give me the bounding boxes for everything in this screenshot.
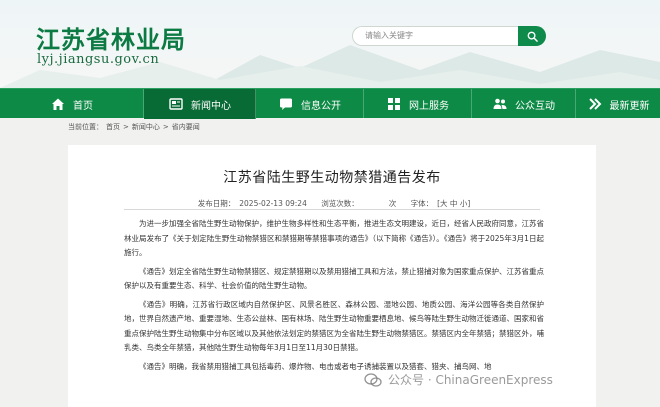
grid-icon [386,96,402,112]
nav-label-info: 信息公开 [301,100,341,112]
article-panel: 江苏省陆生野生动物禁猎通告发布 发布日期： 2025-02-13 09:24 浏览… [68,145,596,407]
search-button[interactable] [518,26,546,46]
people-icon [492,96,508,112]
article-paragraph: 为进一步加强全省陆生野生动物保护，维护生物多样性和生态平衡，推进生态文明建设，近… [124,219,544,257]
nav-item-news[interactable]: 新闻中心 [144,89,256,119]
article-paragraph: 《通告》划定全省陆生野生动物禁猎区、规定禁猎期以及禁用猎捕工具和方法，禁止猎捕对… [124,266,544,291]
breadcrumb-separator: > [162,123,169,131]
breadcrumb-prefix: 当前位置： [68,123,103,131]
newspaper-icon [168,96,184,112]
search-icon [527,31,538,42]
date-label: 发布日期： [197,199,236,208]
breadcrumb-item-home[interactable]: 首页 [106,122,120,132]
site-url: lyj.jiangsu.gov.cn [37,52,160,67]
nav-item-home[interactable]: 首页 [0,89,144,119]
site-header: 江苏省林业局 lyj.jiangsu.gov.cn 请输入关键字 [0,0,660,88]
main-nav: 首页 新闻中心 信息公开 网上服务 公众互动 最新更新 [0,88,660,119]
nav-label-home: 首页 [73,100,93,112]
font-label: 字体： [410,199,434,208]
nav-item-interaction[interactable]: 公众互动 [472,89,576,119]
divider [124,209,540,210]
chat-icon [278,96,294,112]
watermark-text: 公众号 · ChinaGreenExpress [388,373,553,387]
article-meta: 发布日期： 2025-02-13 09:24 浏览次数： 次 字体： [大 中 小] [68,198,596,209]
nav-item-info[interactable]: 信息公开 [256,89,364,119]
search-input[interactable]: 请输入关键字 [352,26,520,46]
nav-item-latest[interactable]: 最新更新 [576,89,660,119]
nav-label-interaction: 公众互动 [515,100,555,112]
nav-label-latest: 最新更新 [609,100,650,112]
breadcrumb-separator: > [123,123,129,131]
breadcrumb: 当前位置： 首页 > 新闻中心 > 省内要闻 [68,120,203,134]
nav-label-news: 新闻中心 [191,100,231,112]
breadcrumb-item-news[interactable]: 新闻中心 [132,122,160,132]
nav-label-service: 网上服务 [409,100,449,112]
views-label: 浏览次数： [321,199,359,208]
article-paragraph: 《通告》明确，江苏省行政区域内自然保护区、风景名胜区、森林公园、湿地公园、地质公… [124,299,544,353]
publish-date: 2025-02-13 09:24 [239,199,307,208]
home-icon [50,96,66,112]
site-title[interactable]: 江苏省林业局 [36,20,186,55]
watermark: 公众号 · ChinaGreenExpress [364,371,553,388]
views-count: 次 [388,199,397,208]
wechat-icon [364,372,382,387]
article-body: 为进一步加强全省陆生野生动物保护，维护生物多样性和生态平衡，推进生态文明建设，近… [124,217,544,378]
font-size-switch[interactable]: [大 中 小] [437,199,470,208]
article-title: 江苏省陆生野生动物禁猎通告发布 [223,170,441,186]
arrow-icon [587,96,603,112]
nav-item-service[interactable]: 网上服务 [364,89,472,119]
breadcrumb-item-province[interactable]: 省内要闻 [172,122,200,132]
